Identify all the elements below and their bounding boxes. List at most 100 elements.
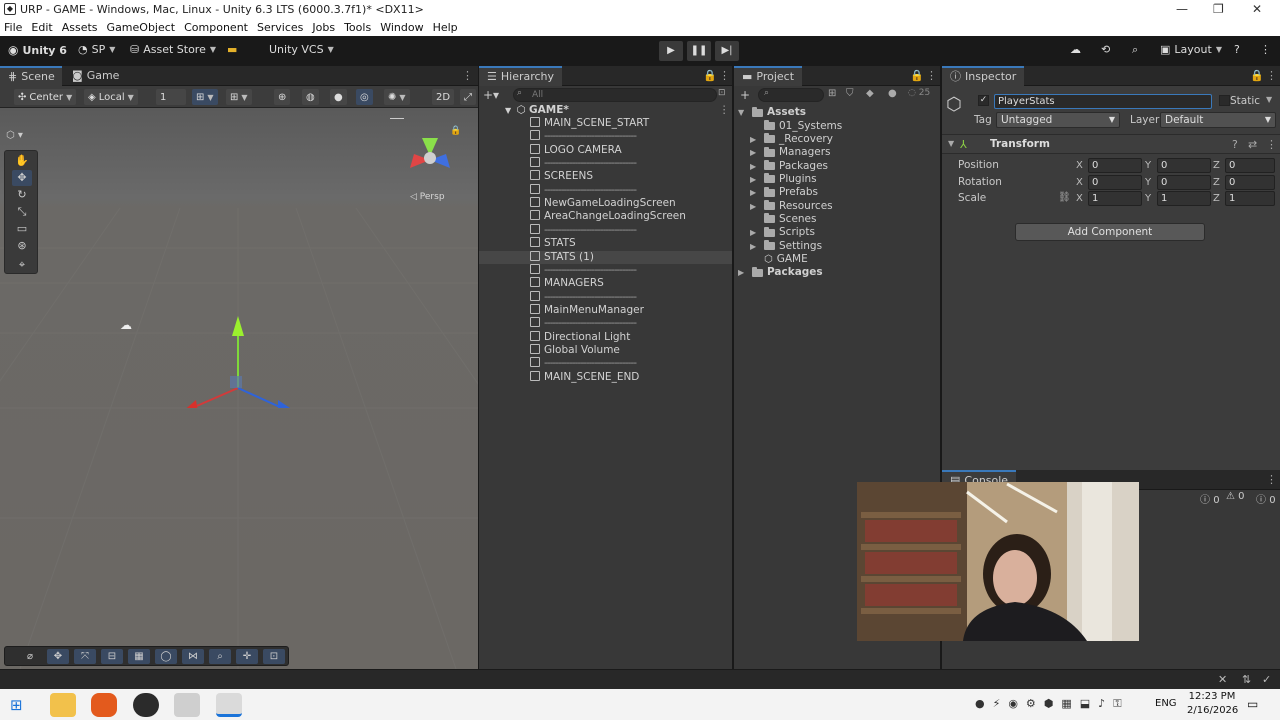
- view-options-icon[interactable]: ⬡ ▾: [6, 130, 23, 141]
- debug-icon[interactable]: ✕: [1218, 673, 1227, 686]
- overlay-tool-3-icon[interactable]: ⤧: [74, 649, 96, 664]
- snap-increment-field[interactable]: 1: [156, 89, 186, 105]
- move-tool-icon[interactable]: ✥: [12, 170, 32, 186]
- info-icon[interactable]: ●: [888, 88, 897, 99]
- hand-tool-icon[interactable]: ✋: [12, 153, 32, 169]
- unity-account-button[interactable]: ◉ Unity 6: [8, 43, 67, 57]
- overlay-tool-6-icon[interactable]: ◯: [155, 649, 177, 664]
- hierarchy-item[interactable]: MANAGERS: [479, 277, 732, 290]
- wireframe-button[interactable]: ◍: [302, 89, 319, 105]
- account-dropdown[interactable]: ◔ SP ▼: [78, 43, 115, 56]
- hierarchy-item[interactable]: LOGO CAMERA: [479, 143, 732, 157]
- hierarchy-item[interactable]: STATS: [479, 237, 732, 250]
- language-indicator[interactable]: ENG: [1155, 698, 1177, 709]
- console-menu-icon[interactable]: ⋮: [1266, 473, 1277, 486]
- tab-hierarchy[interactable]: ☰ Hierarchy: [479, 66, 563, 86]
- scene-more-button[interactable]: ⤢: [460, 89, 476, 105]
- effects-dropdown[interactable]: ✺ ▼: [384, 89, 410, 105]
- project-menu-icon[interactable]: ⋮: [926, 69, 937, 82]
- transform-z-field[interactable]: 1: [1225, 191, 1275, 206]
- hierarchy-separator-item[interactable]: ---------------------------------: [479, 183, 732, 197]
- static-checkbox[interactable]: [1219, 95, 1230, 106]
- orientation-gizmo-icon[interactable]: [400, 128, 460, 188]
- file-explorer-icon[interactable]: [50, 693, 76, 717]
- lighting-button[interactable]: ◎: [356, 89, 373, 105]
- clock[interactable]: 12:23 PM 2/16/2026: [1187, 690, 1238, 718]
- project-folder-item[interactable]: ▶ Plugins: [750, 173, 817, 186]
- unity-editor-icon[interactable]: [216, 693, 242, 717]
- menu-tools[interactable]: Tools: [344, 21, 371, 34]
- error-count-button[interactable]: ⓘ 0: [1256, 491, 1276, 506]
- hierarchy-separator-item[interactable]: ---------------------------------: [479, 223, 732, 237]
- project-folder-item[interactable]: ⬡ GAME: [750, 253, 808, 266]
- windows-start-icon[interactable]: ⊞: [10, 696, 23, 714]
- inspector-menu-icon[interactable]: ⋮: [1266, 69, 1277, 82]
- help-button[interactable]: ?: [1234, 43, 1240, 56]
- transform-z-field[interactable]: 0: [1225, 174, 1275, 190]
- presets-icon[interactable]: ⇄: [1248, 138, 1257, 151]
- transform-y-field[interactable]: 1: [1157, 191, 1211, 206]
- create-plus-icon[interactable]: +: [740, 88, 750, 102]
- menu-edit[interactable]: Edit: [31, 21, 52, 34]
- pause-button[interactable]: ❚❚: [687, 41, 711, 61]
- grid-visibility-button[interactable]: ⊞ ▼: [226, 89, 252, 105]
- check-icon[interactable]: ✓: [1262, 673, 1271, 686]
- step-button[interactable]: ▶|: [715, 41, 739, 61]
- overlay-tool-9-icon[interactable]: ✛: [236, 649, 258, 664]
- project-folder-item[interactable]: ▶ Resources: [750, 200, 833, 213]
- hierarchy-item[interactable]: NewGameLoadingScreen: [479, 197, 732, 210]
- cloud-button[interactable]: ☁: [1070, 43, 1081, 56]
- hierarchy-search-input[interactable]: All: [513, 88, 717, 102]
- grid-snapping-button[interactable]: ⊞ ▼: [192, 89, 218, 105]
- menu-assets[interactable]: Assets: [62, 21, 98, 34]
- pivot-local-dropdown[interactable]: ◈ Local ▼: [84, 89, 138, 105]
- warning-count-button[interactable]: ⚠ 0: [1226, 491, 1245, 502]
- overlay-tool-2-icon[interactable]: ✥: [47, 649, 69, 664]
- hierarchy-item[interactable]: STATS (1): [479, 250, 732, 264]
- minimize-button[interactable]: —: [1176, 2, 1188, 16]
- 2d-toggle-button[interactable]: 2D: [432, 89, 455, 105]
- transform-header[interactable]: ▼ ⅄ Transform ? ⇄ ⋮: [942, 134, 1280, 154]
- menu-component[interactable]: Component: [184, 21, 248, 34]
- project-folder-item[interactable]: 01_Systems: [750, 120, 842, 133]
- rotate-tool-icon[interactable]: ↻: [12, 187, 32, 203]
- tab-game[interactable]: ◙ Game: [64, 66, 127, 86]
- obs-icon[interactable]: [133, 693, 159, 717]
- project-folder-item[interactable]: ▶ Prefabs: [750, 186, 818, 199]
- lock-icon[interactable]: 🔒: [910, 69, 924, 82]
- menu-gameobject[interactable]: GameObject: [107, 21, 176, 34]
- search-button[interactable]: ⌕: [1132, 43, 1138, 57]
- filter-type-icon[interactable]: ⊞: [828, 88, 836, 99]
- project-folder-item[interactable]: ▶ Packages: [750, 160, 828, 173]
- close-button[interactable]: ✕: [1252, 2, 1262, 16]
- custom-tool-icon[interactable]: ⌖: [12, 257, 32, 273]
- component-menu-icon[interactable]: ⋮: [1266, 138, 1277, 151]
- vcs-dropdown[interactable]: Unity VCS ▼: [269, 43, 334, 56]
- hierarchy-item[interactable]: SCREENS: [479, 170, 732, 183]
- hierarchy-item[interactable]: MainMenuManager: [479, 303, 732, 317]
- packages-root[interactable]: ▶ Packages: [738, 266, 823, 279]
- overlay-tool-8-icon[interactable]: ⌕: [209, 649, 231, 664]
- project-folder-item[interactable]: ▶ _Recovery: [750, 133, 833, 146]
- play-button[interactable]: ▶: [659, 41, 683, 61]
- overlay-tool-10-icon[interactable]: ⊡: [263, 649, 285, 664]
- hierarchy-item[interactable]: Directional Light: [479, 330, 732, 344]
- transform-y-field[interactable]: 0: [1157, 158, 1211, 173]
- layout-dropdown[interactable]: ▣ Layout ▼: [1160, 43, 1222, 56]
- scale-tool-icon[interactable]: ⤡: [12, 204, 32, 220]
- scene-menu-icon[interactable]: ⋮: [719, 104, 730, 117]
- hierarchy-separator-item[interactable]: ---------------------------------: [479, 157, 732, 170]
- package-icon-button[interactable]: ▬: [227, 43, 237, 56]
- overlay-tool-1-icon[interactable]: ⌀: [19, 649, 41, 664]
- hierarchy-separator-item[interactable]: ---------------------------------: [479, 263, 732, 277]
- tab-project[interactable]: ▬ Project: [734, 66, 803, 86]
- add-component-button[interactable]: Add Component: [1015, 223, 1205, 241]
- transform-z-field[interactable]: 0: [1225, 158, 1275, 173]
- info-count-button[interactable]: ⓘ 0: [1200, 491, 1220, 506]
- menu-file[interactable]: File: [4, 21, 22, 34]
- filter-label-icon[interactable]: ⛉: [846, 88, 854, 99]
- shaded-button[interactable]: ●: [330, 89, 347, 105]
- project-folder-item[interactable]: ▶ Scripts: [750, 226, 815, 239]
- tab-inspector[interactable]: ⓘ Inspector: [942, 66, 1025, 86]
- hierarchy-separator-item[interactable]: ---------------------------------: [479, 357, 732, 370]
